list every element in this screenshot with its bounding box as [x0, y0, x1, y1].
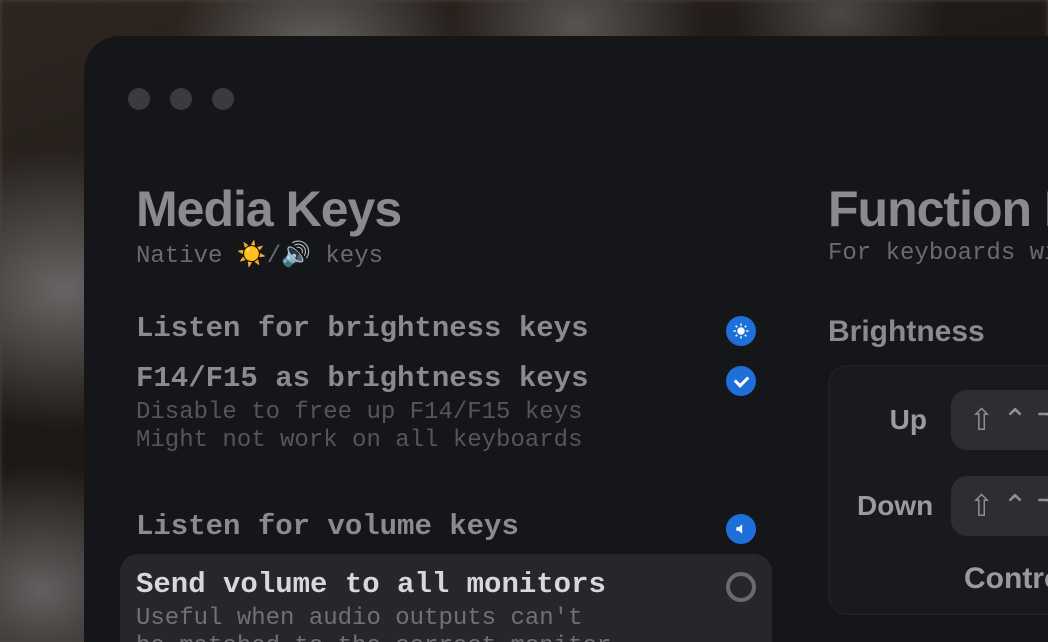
- modifier-glyphs: ⇧ ⌃ ⌥ ⌘: [969, 489, 1048, 524]
- brightness-heading: Brightness: [828, 315, 1048, 349]
- media-keys-section: Media Keys Native ☀️/🔊 keys Listen for b…: [136, 180, 772, 642]
- hotkey-field-brightness-up[interactable]: ⇧ ⌃ ⌥ ⌘: [951, 390, 1048, 450]
- media-keys-title: Media Keys: [136, 180, 772, 238]
- close-button[interactable]: [128, 88, 150, 110]
- hotkey-label-down: Down: [857, 490, 927, 522]
- toggle-listen-volume[interactable]: [726, 514, 756, 544]
- row-listen-brightness[interactable]: Listen for brightness keys: [136, 306, 772, 352]
- function-keys-subtitle: For keyboards without: [828, 240, 1048, 267]
- control-all-label[interactable]: Control al: [857, 562, 1048, 596]
- hotkey-row-up: Up ⇧ ⌃ ⌥ ⌘: [857, 390, 1048, 450]
- volume-icon: [734, 522, 748, 536]
- hotkey-label-up: Up: [857, 404, 927, 436]
- row-f14-f15[interactable]: F14/F15 as brightness keys Disable to fr…: [136, 356, 772, 468]
- toggle-listen-brightness[interactable]: [726, 316, 756, 346]
- toggle-f14-f15[interactable]: [726, 366, 756, 396]
- zoom-button[interactable]: [212, 88, 234, 110]
- brightness-hotkey-panel: Up ⇧ ⌃ ⌥ ⌘ Down ⇧ ⌃ ⌥ ⌘ Control al: [828, 365, 1048, 615]
- hotkey-row-down: Down ⇧ ⌃ ⌥ ⌘: [857, 476, 1048, 536]
- row-description: Useful when audio outputs can't be match…: [136, 605, 726, 642]
- row-label: F14/F15 as brightness keys: [136, 362, 726, 395]
- row-description: Disable to free up F14/F15 keys Might no…: [136, 399, 726, 454]
- brightness-icon: [732, 322, 750, 340]
- window-traffic-lights: [128, 88, 234, 110]
- preferences-window: HOTK Media Keys Native ☀️/🔊 keys Listen …: [84, 36, 1048, 642]
- function-keys-section: Function Key For keyboards without Brigh…: [828, 180, 1048, 642]
- media-keys-subtitle: Native ☀️/🔊 keys: [136, 240, 772, 270]
- toggle-send-volume-all[interactable]: [726, 572, 756, 602]
- row-listen-volume[interactable]: Listen for volume keys: [136, 504, 772, 550]
- row-label: Send volume to all monitors: [136, 568, 726, 601]
- minimize-button[interactable]: [170, 88, 192, 110]
- function-keys-title: Function Key: [828, 180, 1048, 238]
- modifier-glyphs: ⇧ ⌃ ⌥ ⌘: [969, 403, 1048, 438]
- hotkey-field-brightness-down[interactable]: ⇧ ⌃ ⌥ ⌘: [951, 476, 1048, 536]
- row-label: Listen for brightness keys: [136, 312, 726, 345]
- row-send-volume-all[interactable]: Send volume to all monitors Useful when …: [120, 554, 772, 642]
- row-label: Listen for volume keys: [136, 510, 726, 543]
